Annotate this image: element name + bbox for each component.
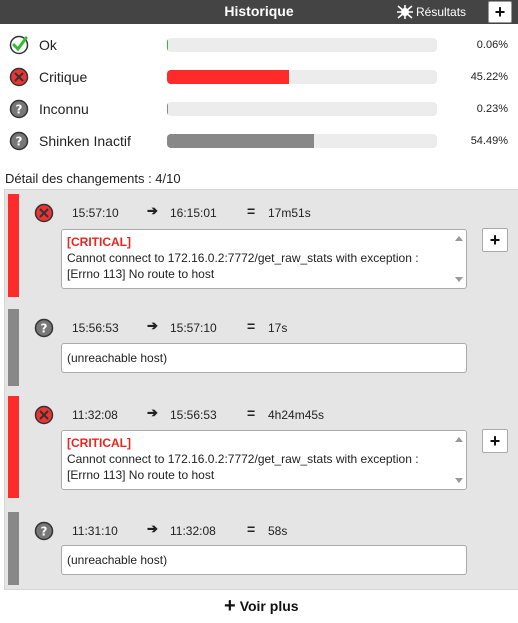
stat-label: Inconnu — [39, 101, 89, 117]
expand-button[interactable]: + — [482, 429, 508, 453]
end-time: 15:57:10 — [170, 321, 217, 335]
arrow-icon: ➔ — [147, 318, 158, 333]
plus-icon: + — [489, 431, 501, 451]
progress-bar — [167, 70, 437, 84]
start-time: 11:32:08 — [72, 408, 118, 422]
change-item: 15:57:10 ➔ 16:15:01 = 17m51s [CRITICAL] … — [8, 194, 511, 297]
add-button[interactable]: + — [488, 1, 512, 23]
unknown-icon: ? — [9, 131, 29, 151]
check-icon — [9, 35, 29, 55]
unknown-icon: ? — [34, 318, 54, 338]
start-time: 15:57:10 — [72, 206, 119, 220]
critical-icon — [34, 203, 54, 223]
output-text: Cannot connect to 172.16.0.2:7772/get_ra… — [67, 251, 419, 281]
end-time: 15:56:53 — [170, 408, 217, 422]
output-box[interactable]: (unreachable host) — [61, 343, 467, 373]
unknown-icon: ? — [9, 99, 29, 119]
plus-icon: + — [224, 595, 236, 617]
progress-bar — [167, 134, 437, 148]
equals-icon: = — [247, 318, 256, 334]
changes-list: 15:57:10 ➔ 16:15:01 = 17m51s [CRITICAL] … — [4, 189, 518, 590]
start-time: 15:56:53 — [72, 321, 119, 335]
change-item: 11:32:08 ➔ 15:56:53 = 4h24m45s [CRITICAL… — [8, 396, 511, 498]
output-tag: [CRITICAL] — [67, 436, 131, 450]
plus-icon: + — [489, 230, 501, 250]
stat-percent: 0.23% — [476, 103, 508, 115]
stat-row-inconnu: ? Inconnu 0.23% — [0, 97, 518, 123]
change-item: ? 11:31:10 ➔ 11:32:08 = 58s (unreachable… — [8, 512, 511, 585]
svg-text:?: ? — [16, 103, 23, 117]
progress-fill — [167, 102, 169, 116]
arrow-icon: ➔ — [147, 521, 158, 536]
progress-bar — [167, 38, 437, 52]
output-text: Cannot connect to 172.16.0.2:7772/get_ra… — [67, 452, 419, 482]
arrow-icon: ➔ — [147, 405, 158, 420]
end-time: 11:32:08 — [170, 524, 216, 538]
critical-icon — [9, 67, 29, 87]
stat-percent: 0.06% — [476, 39, 508, 51]
equals-icon: = — [247, 203, 256, 219]
unknown-icon: ? — [34, 521, 54, 541]
stat-row-critique: Critique 45.22% — [0, 65, 518, 91]
output-box[interactable]: (unreachable host) — [61, 545, 467, 575]
change-item: ? 15:56:53 ➔ 15:57:10 = 17s (unreachable… — [8, 309, 511, 386]
output-box[interactable]: [CRITICAL] Cannot connect to 172.16.0.2:… — [61, 229, 467, 289]
stat-label: Shinken Inactif — [39, 133, 131, 149]
stat-percent: 54.49% — [470, 135, 508, 147]
status-stripe — [8, 396, 19, 498]
status-stripe — [8, 309, 19, 386]
stat-row-shinken-inactif: ? Shinken Inactif 54.49% — [0, 129, 518, 155]
svg-text:?: ? — [41, 525, 48, 539]
scrollbar[interactable] — [454, 234, 464, 284]
progress-fill — [167, 70, 290, 84]
stat-label: Critique — [39, 69, 88, 85]
voir-plus-button[interactable]: + Voir plus — [224, 595, 299, 617]
detail-title: Détail des changements : 4/10 — [5, 171, 181, 186]
scrollbar[interactable] — [454, 435, 464, 485]
equals-icon: = — [247, 521, 256, 537]
duration: 58s — [268, 524, 288, 538]
critical-icon — [34, 405, 54, 425]
status-stripe — [8, 512, 19, 585]
voir-plus-label: Voir plus — [239, 598, 299, 614]
arrow-icon: ➔ — [147, 203, 158, 218]
duration: 17m51s — [268, 206, 311, 220]
expand-button[interactable]: + — [482, 228, 508, 252]
stat-row-ok: Ok 0.06% — [0, 33, 518, 59]
output-box[interactable]: [CRITICAL] Cannot connect to 172.16.0.2:… — [61, 430, 467, 490]
equals-icon: = — [247, 405, 256, 421]
svg-text:?: ? — [16, 135, 23, 149]
status-stripe — [8, 194, 19, 297]
results-label: Résultats — [416, 5, 467, 19]
svg-text:?: ? — [41, 322, 48, 336]
end-time: 16:15:01 — [170, 206, 217, 220]
output-tag: [CRITICAL] — [67, 235, 131, 249]
output-text: (unreachable host) — [67, 351, 168, 365]
duration: 17s — [268, 321, 288, 335]
stat-percent: 45.22% — [470, 71, 508, 83]
plus-icon: + — [494, 2, 506, 22]
header-bar: Historique Résultats + — [0, 0, 518, 24]
progress-bar — [167, 102, 437, 116]
progress-fill — [167, 134, 315, 148]
stat-label: Ok — [39, 37, 57, 53]
duration: 4h24m45s — [268, 408, 325, 422]
results-button[interactable]: Résultats — [397, 3, 466, 21]
output-text: (unreachable host) — [67, 553, 168, 567]
progress-fill — [167, 38, 169, 52]
results-icon — [397, 5, 413, 19]
start-time: 11:31:10 — [72, 524, 118, 538]
